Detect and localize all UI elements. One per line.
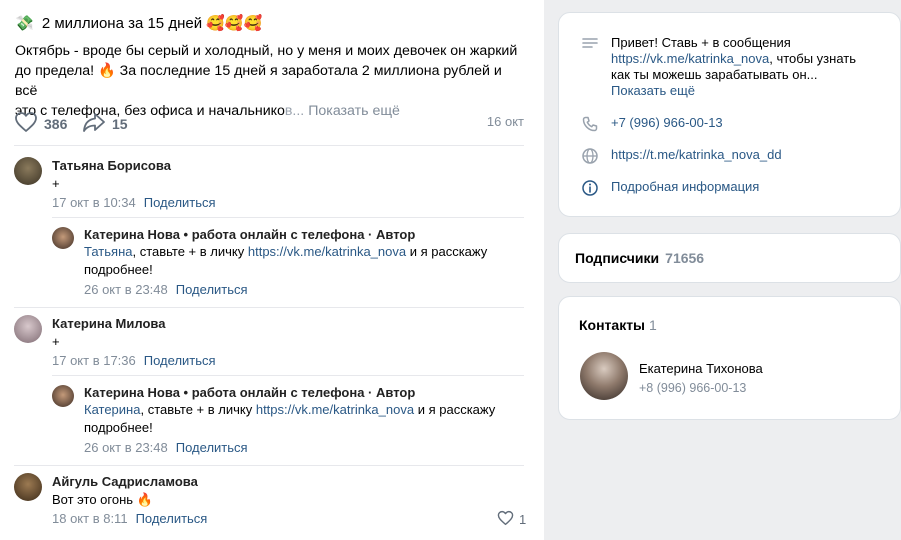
comment-text: +	[52, 334, 60, 349]
info-card: Привет! Ставь + в сообщения https://vk.m…	[558, 12, 901, 217]
share-arrow-icon	[82, 111, 112, 136]
comment-author[interactable]: Катерина Нова • работа онлайн с телефона…	[84, 385, 415, 400]
comment-text-segment: подробнее!	[84, 262, 153, 277]
post-text-segment: до предела!	[15, 63, 99, 79]
comment-date[interactable]: 18 окт в 8:11	[52, 511, 128, 526]
contact-avatar[interactable]	[580, 352, 628, 400]
comment-like-button[interactable]: 1	[497, 510, 526, 529]
status-line: как ты можешь зарабатывать он...	[611, 67, 818, 82]
wall-post-panel: 💸 2 миллиона за 15 дней 🥰🥰🥰 Октябрь - вр…	[0, 0, 544, 540]
comment-meta: 26 окт в 23:48 Поделиться	[84, 282, 248, 297]
post-date[interactable]: 16 окт	[487, 114, 524, 129]
status-row: Привет! Ставь + в сообщения https://vk.m…	[581, 35, 856, 99]
divider	[14, 145, 524, 146]
details-link[interactable]: Подробная информация	[611, 179, 759, 194]
post-text: Октябрь - вроде бы серый и холодный, но …	[15, 41, 527, 121]
mention-link[interactable]: Катерина	[84, 402, 140, 417]
comment-text: Татьяна, ставьте + в личку https://vk.me…	[84, 243, 524, 279]
heart-icon	[14, 111, 44, 136]
comment-text-segment: Вот это огонь	[52, 492, 137, 507]
comment-date[interactable]: 26 окт в 23:48	[84, 440, 168, 455]
comment-share-link[interactable]: Поделиться	[144, 195, 216, 210]
fire-emoji-icon: 🔥	[98, 63, 116, 79]
comment-date[interactable]: 17 окт в 17:36	[52, 353, 136, 368]
status-show-more-link[interactable]: Показать ещё	[611, 83, 856, 99]
subscribers-label: Подписчики 71656	[575, 250, 704, 266]
contacts-card: Контакты 1 Екатерина Тихонова +8 (996) 96…	[558, 296, 901, 420]
contact-phone: +8 (996) 966-00-13	[639, 381, 747, 395]
phone-row: +7 (996) 966-00-13	[581, 115, 723, 133]
site-row: https://t.me/katrinka_nova_dd	[581, 147, 782, 165]
avatar[interactable]	[52, 385, 74, 407]
post-title-text: 2 миллиона за 15 дней	[41, 15, 203, 32]
phone-icon	[581, 115, 599, 133]
status-link[interactable]: https://vk.me/katrinka_nova	[611, 51, 769, 66]
comment-text-segment: и я расскажу	[406, 244, 488, 259]
post-text-line: Октябрь - вроде бы серый и холодный, но …	[15, 43, 518, 59]
subscribers-card[interactable]: Подписчики 71656	[558, 233, 901, 283]
divider	[52, 375, 524, 376]
avatar[interactable]	[14, 315, 42, 343]
comment-date[interactable]: 17 окт в 10:34	[52, 195, 136, 210]
right-sidebar: Привет! Ставь + в сообщения https://vk.m…	[544, 0, 901, 540]
comment-text: +	[52, 176, 60, 191]
info-circle-icon	[581, 179, 599, 197]
subscribers-count: 71656	[665, 250, 705, 266]
contacts-title-text: Контакты	[579, 317, 646, 333]
comment-text-segment: и я расскажу	[414, 402, 496, 417]
comment-author[interactable]: Айгуль Садрисламова	[52, 474, 198, 489]
post-title: 💸 2 миллиона за 15 дней 🥰🥰🥰	[15, 14, 262, 32]
divider	[14, 307, 524, 308]
share-count: 15	[112, 115, 128, 132]
comment-author[interactable]: Татьяна Борисова	[52, 158, 171, 173]
divider	[14, 465, 524, 466]
share-button[interactable]: 15	[82, 111, 128, 136]
comment-author[interactable]: Катерина Милова	[52, 316, 165, 331]
divider	[52, 217, 524, 218]
post-text-line: до предела! 🔥 За последние 15 дней я зар…	[15, 61, 527, 101]
phone-link[interactable]: +7 (996) 966-00-13	[611, 115, 723, 130]
text-lines-icon	[581, 35, 599, 53]
comment-text: Вот это огонь 🔥	[52, 491, 153, 509]
comment-text: Катерина, ставьте + в личку https://vk.m…	[84, 401, 524, 437]
subscribers-title: Подписчики	[575, 250, 660, 266]
avatar[interactable]	[52, 227, 74, 249]
comment-meta: 18 окт в 8:11 Поделиться	[52, 511, 207, 526]
comment-share-link[interactable]: Поделиться	[176, 440, 248, 455]
comment-date[interactable]: 26 окт в 23:48	[84, 282, 168, 297]
site-link[interactable]: https://t.me/katrinka_nova_dd	[611, 147, 782, 162]
like-button[interactable]: 386	[14, 111, 67, 136]
mention-link[interactable]: Татьяна	[84, 244, 132, 259]
heart-icon	[497, 510, 514, 529]
status-line-rest: , чтобы узнать	[769, 51, 856, 66]
url-link[interactable]: https://vk.me/katrinka_nova	[256, 402, 414, 417]
money-emoji-icon: 💸	[15, 15, 34, 32]
comment-meta: 17 окт в 17:36 Поделиться	[52, 353, 216, 368]
comment-author[interactable]: Катерина Нова • работа онлайн с телефона…	[84, 227, 415, 242]
fire-emoji-icon: 🔥	[136, 492, 153, 507]
comment-meta: 17 окт в 10:34 Поделиться	[52, 195, 216, 210]
globe-icon	[581, 147, 599, 165]
details-row[interactable]: Подробная информация	[581, 179, 759, 197]
avatar[interactable]	[14, 157, 42, 185]
smiling-hearts-emoji-icon: 🥰🥰🥰	[206, 15, 263, 32]
like-count: 386	[44, 115, 68, 132]
comment-text-segment: , ставьте + в личку	[140, 402, 256, 417]
url-link[interactable]: https://vk.me/katrinka_nova	[248, 244, 406, 259]
status-text: Привет! Ставь + в сообщения https://vk.m…	[611, 35, 856, 99]
comment-share-link[interactable]: Поделиться	[176, 282, 248, 297]
comment-text-segment: , ставьте + в личку	[132, 244, 248, 259]
status-line: Привет! Ставь + в сообщения	[611, 35, 791, 50]
avatar[interactable]	[14, 473, 42, 501]
comment-like-count: 1	[519, 512, 527, 527]
comment-share-link[interactable]: Поделиться	[144, 353, 216, 368]
comment-share-link[interactable]: Поделиться	[136, 511, 208, 526]
post-actions: 386 15 16 окт	[14, 111, 524, 135]
comment-text-segment: подробнее!	[84, 420, 153, 435]
contacts-title[interactable]: Контакты 1	[579, 317, 657, 333]
comment-meta: 26 окт в 23:48 Поделиться	[84, 440, 248, 455]
contacts-count: 1	[649, 317, 657, 333]
contact-name[interactable]: Екатерина Тихонова	[639, 361, 763, 376]
status-line: https://vk.me/katrinka_nova, чтобы узнат…	[611, 51, 856, 67]
